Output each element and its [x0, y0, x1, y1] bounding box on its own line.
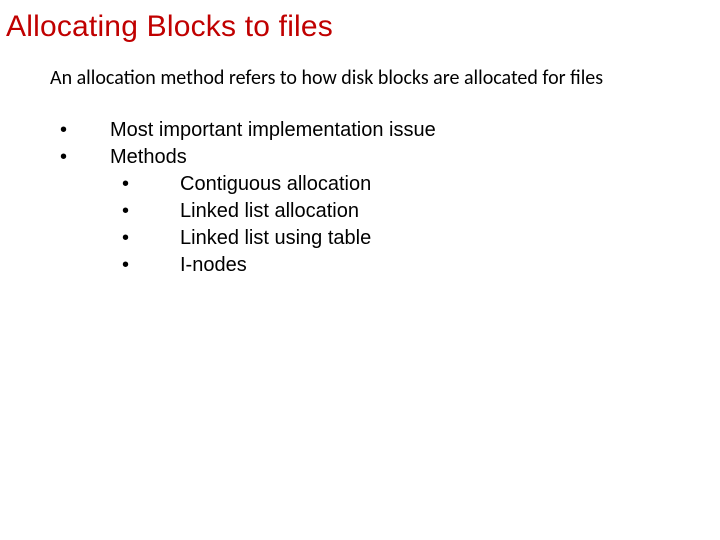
bullet-marker: •	[110, 173, 180, 196]
bullet-text: Methods	[110, 146, 187, 169]
bullet-level2: • Linked list using table	[110, 227, 714, 250]
slide-title: Allocating Blocks to files	[6, 10, 714, 44]
intro-text: An allocation method refers to how disk …	[50, 66, 654, 91]
bullet-marker: •	[110, 227, 180, 250]
bullet-text: I-nodes	[180, 254, 247, 277]
bullet-list: • Most important implementation issue • …	[50, 119, 714, 277]
bullet-level2: • Linked list allocation	[110, 200, 714, 223]
bullet-text: Most important implementation issue	[110, 119, 436, 142]
bullet-marker: •	[50, 119, 110, 142]
bullet-text: Linked list using table	[180, 227, 371, 250]
bullet-text: Linked list allocation	[180, 200, 359, 223]
bullet-level2: • Contiguous allocation	[110, 173, 714, 196]
bullet-marker: •	[50, 146, 110, 169]
slide: Allocating Blocks to files An allocation…	[0, 0, 720, 277]
bullet-marker: •	[110, 200, 180, 223]
bullet-text: Contiguous allocation	[180, 173, 371, 196]
bullet-marker: •	[110, 254, 180, 277]
bullet-level1: • Most important implementation issue	[50, 119, 714, 142]
bullet-level1: • Methods	[50, 146, 714, 169]
bullet-level2: • I-nodes	[110, 254, 714, 277]
